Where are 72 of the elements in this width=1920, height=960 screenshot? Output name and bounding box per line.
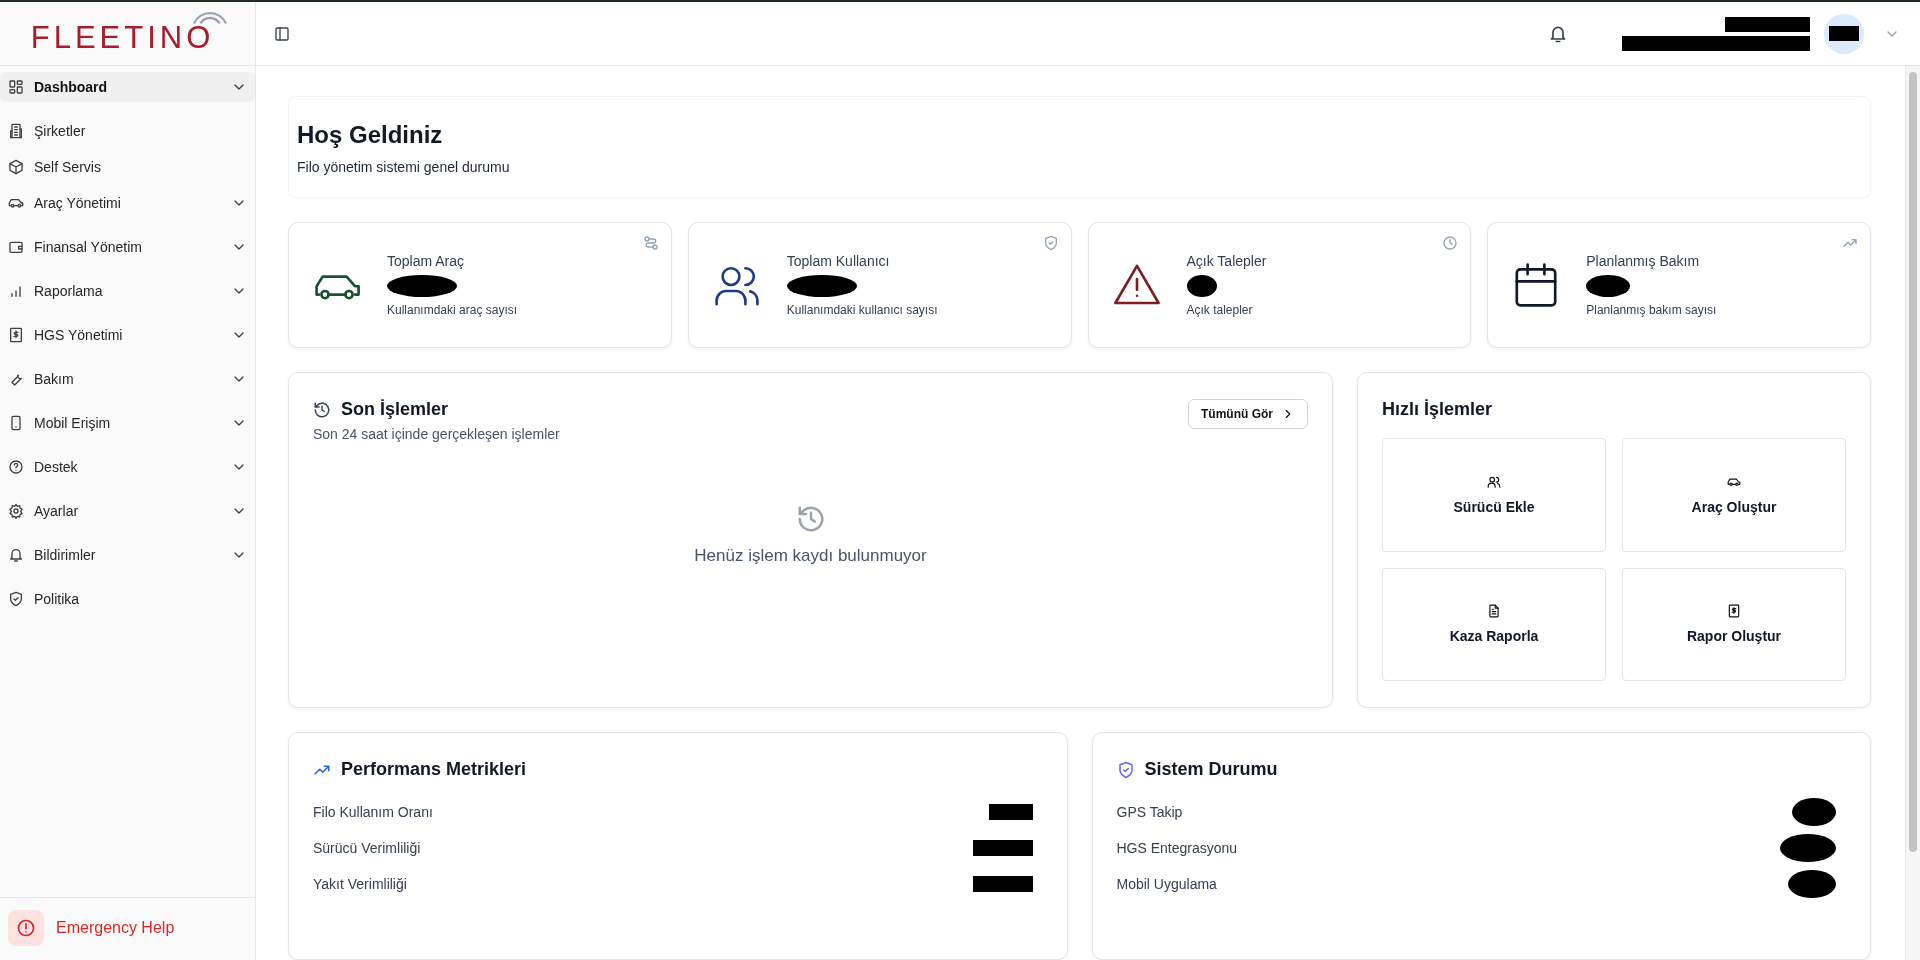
redacted-value	[972, 876, 1033, 892]
emergency-help-button[interactable]: Emergency Help	[8, 910, 247, 946]
card-title: Hızlı İşlemler	[1382, 399, 1493, 420]
sidebar-item[interactable]: Bildirimler	[0, 540, 255, 570]
quick-action-tile[interactable]: Kaza Raporla	[1382, 567, 1606, 681]
quick-action-tile[interactable]: Sürücü Ekle	[1382, 438, 1606, 552]
redacted-value	[972, 840, 1033, 856]
sidebar-item[interactable]: Self Servis	[0, 152, 255, 182]
menu-item-icon	[8, 547, 24, 563]
status-label: GPS Takip	[1116, 804, 1183, 820]
sidebar-item[interactable]: Dashboard	[0, 72, 255, 102]
redacted-value	[988, 804, 1033, 820]
card-title: Performans Metrikleri	[341, 759, 527, 780]
menu-item-icon	[8, 79, 24, 95]
sidebar-item[interactable]: Politika	[0, 584, 255, 614]
stat-caption: Planlanmış bakım sayısı	[1586, 303, 1717, 317]
sidebar-item[interactable]: Destek	[0, 452, 255, 482]
menu-item-icon	[8, 159, 24, 175]
action-icon	[1487, 604, 1501, 619]
card-subtitle: Son 24 saat içinde gerçekleşen işlemler	[313, 426, 560, 442]
card-corner-icon	[642, 235, 659, 251]
card-corner-icon	[1042, 235, 1059, 251]
sidebar-item[interactable]: Ayarlar	[0, 496, 255, 526]
menu-item-icon	[8, 283, 24, 299]
welcome-subtitle: Filo yönetim sistemi genel durumu	[297, 159, 511, 175]
action-icon	[1487, 474, 1501, 489]
sidebar-toggle-icon[interactable]	[274, 25, 290, 42]
menu-item-icon	[8, 591, 24, 607]
stat-caption: Açık talepler	[1186, 303, 1254, 317]
sidebar-item[interactable]: Raporlama	[0, 276, 255, 306]
metric-label: Filo Kullanım Oranı	[313, 804, 433, 820]
card-corner-icon	[1442, 235, 1459, 251]
action-icon	[1727, 604, 1741, 619]
sidebar-item[interactable]: HGS Yönetimi	[0, 320, 255, 350]
stat-caption: Kullanımdaki kullanıcı sayısı	[786, 303, 938, 317]
quick-action-tile[interactable]: Araç Oluştur	[1622, 438, 1846, 552]
redacted-status	[1788, 870, 1836, 898]
redacted-value	[1586, 275, 1631, 297]
menu-item-icon	[8, 415, 24, 431]
sidebar-item[interactable]: Finansal Yönetim	[0, 232, 255, 262]
redacted-value	[1186, 275, 1217, 297]
empty-state-text: Henüz işlem kaydı bulunmuyor	[694, 546, 927, 566]
menu-item-icon	[8, 327, 24, 343]
sidebar-item[interactable]: Bakım	[0, 364, 255, 394]
avatar[interactable]	[1824, 13, 1864, 54]
shield-check-icon	[1116, 760, 1135, 779]
sidebar-item[interactable]: Şirketler	[0, 116, 255, 146]
redacted-status	[1780, 834, 1836, 862]
stat-caption: Kullanımdaki araç sayısı	[387, 303, 518, 317]
sidebar-item[interactable]: Araç Yönetimi	[0, 188, 255, 218]
stat-title: Toplam Kullanıcı	[786, 253, 891, 269]
metric-label: Yakıt Verimliliği	[313, 876, 407, 892]
status-label: Mobil Uygulama	[1116, 876, 1217, 892]
metric-label: Sürücü Verimliliği	[313, 840, 421, 856]
logo: FLEETINO	[30, 11, 225, 56]
stat-title: Planlanmış Bakım	[1586, 253, 1701, 269]
see-all-button[interactable]: Tümünü Gör	[1188, 399, 1308, 429]
stat-title: Açık Talepler	[1186, 253, 1267, 269]
redacted-status	[1792, 798, 1836, 826]
sidebar-item[interactable]: Mobil Erişim	[0, 408, 255, 438]
card-title: Son İşlemler	[341, 399, 449, 420]
menu-item-icon	[8, 239, 24, 255]
quick-action-tile[interactable]: Rapor Oluştur	[1622, 567, 1846, 681]
menu-item-icon	[8, 503, 24, 519]
menu-item-icon	[8, 123, 24, 139]
history-icon	[313, 400, 331, 419]
status-label: HGS Entegrasyonu	[1116, 840, 1238, 856]
menu-item-icon	[8, 459, 24, 475]
welcome-title: Hoş Geldiniz	[297, 121, 444, 149]
scrollbar[interactable]	[1905, 66, 1920, 960]
card-title: Sistem Durumu	[1144, 759, 1278, 780]
stat-title: Toplam Araç	[387, 253, 466, 269]
